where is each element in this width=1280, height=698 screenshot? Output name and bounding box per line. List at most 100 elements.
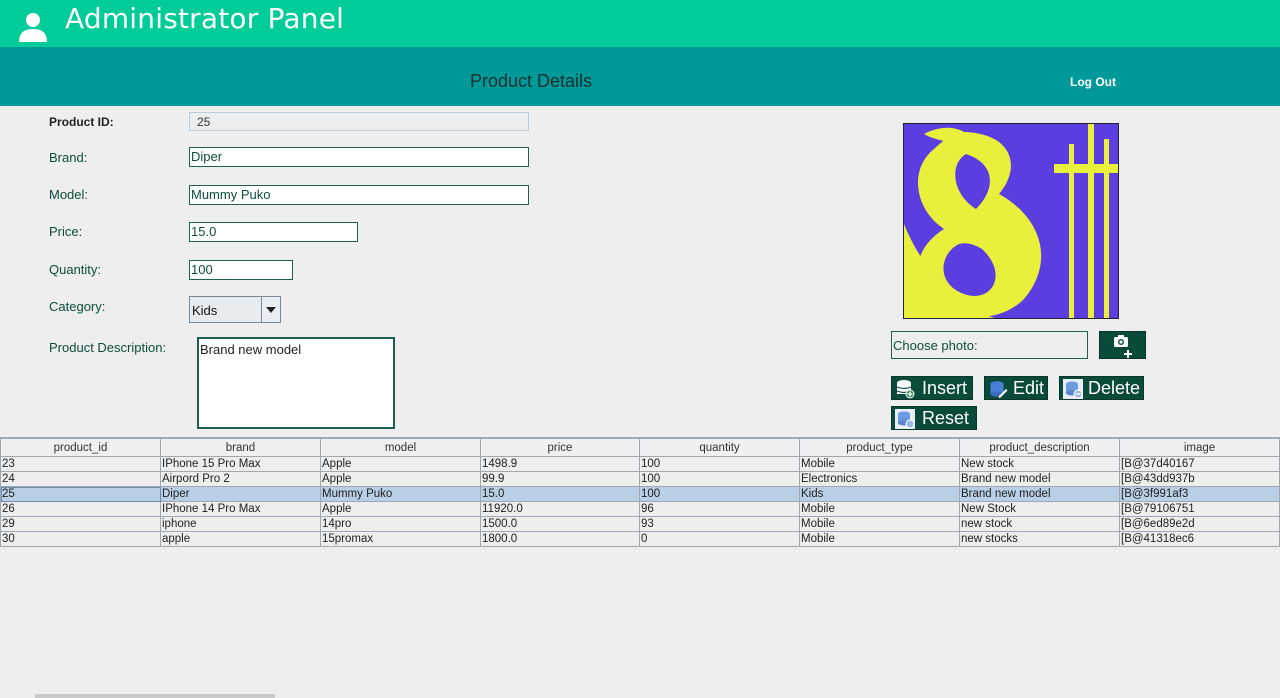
table-cell[interactable]: 26 (0, 501, 161, 517)
delete-button[interactable]: Delete (1059, 376, 1144, 400)
table-cell[interactable]: new stocks (959, 531, 1120, 547)
table-row[interactable]: 30 apple 15promax 1800.0 0 Mobile new st… (0, 531, 1280, 547)
table-cell[interactable]: Brand new model (959, 471, 1120, 487)
category-select[interactable]: Kids (189, 296, 281, 323)
chevron-down-icon (266, 307, 276, 313)
table-cell[interactable]: 100 (639, 471, 800, 487)
table-row[interactable]: 29 iphone 14pro 1500.0 93 Mobile new sto… (0, 516, 1280, 532)
reset-label: Reset (922, 408, 970, 428)
table-cell[interactable]: Mobile (799, 516, 960, 532)
quantity-label: Quantity: (49, 262, 102, 277)
table-cell[interactable]: Diper (160, 486, 321, 502)
table-cell[interactable]: New Stock (959, 501, 1120, 517)
table-row[interactable]: 24 Airpord Pro 2 Apple 99.9 100 Electron… (0, 471, 1280, 487)
choose-photo-field[interactable]: Choose photo: (891, 331, 1088, 359)
category-value: Kids (192, 303, 218, 318)
table-cell[interactable]: [B@3f991af3 (1119, 486, 1280, 502)
delete-label: Delete (1088, 378, 1141, 398)
quantity-field[interactable]: 100 (189, 260, 293, 280)
table-cell[interactable]: [B@6ed89e2d (1119, 516, 1280, 532)
table-cell[interactable]: 29 (0, 516, 161, 532)
column-header[interactable]: price (480, 438, 640, 457)
column-header[interactable]: quantity (639, 438, 800, 457)
table-cell[interactable]: [B@41318ec6 (1119, 531, 1280, 547)
database-add-icon (896, 380, 915, 399)
table-cell[interactable]: Brand new model (959, 486, 1120, 502)
table-cell[interactable]: 25 (0, 486, 161, 502)
table-cell[interactable]: Electronics (799, 471, 960, 487)
table-cell[interactable]: Airpord Pro 2 (160, 471, 321, 487)
user-icon (19, 13, 47, 42)
table-cell[interactable]: 23 (0, 456, 161, 472)
column-header[interactable]: product_type (799, 438, 960, 457)
product-grid[interactable]: product_id brand model price quantity pr… (0, 438, 1280, 547)
product-photo (903, 123, 1119, 319)
price-field[interactable]: 15.0 (189, 222, 358, 242)
model-field[interactable]: Mummy Puko (189, 185, 529, 205)
column-header[interactable]: image (1119, 438, 1280, 457)
table-cell[interactable]: 24 (0, 471, 161, 487)
page-title: Product Details (469, 71, 593, 91)
table-cell[interactable]: Mobile (799, 501, 960, 517)
table-cell[interactable]: New stock (959, 456, 1120, 472)
table-cell[interactable]: [B@43dd937b (1119, 471, 1280, 487)
description-label: Product Description: (49, 340, 167, 355)
table-cell[interactable]: new stock (959, 516, 1120, 532)
table-row-selected[interactable]: 25 Diper Mummy Puko 15.0 100 Kids Brand … (0, 486, 1280, 502)
table-cell[interactable]: [B@37d40167 (1119, 456, 1280, 472)
app-banner: Administrator Panel (0, 0, 1280, 47)
table-cell[interactable]: 1800.0 (480, 531, 640, 547)
table-cell[interactable]: Apple (320, 456, 481, 472)
table-cell[interactable]: 100 (639, 486, 800, 502)
table-cell[interactable]: Kids (799, 486, 960, 502)
table-cell[interactable]: Mummy Puko (320, 486, 481, 502)
edit-label: Edit (1013, 378, 1045, 398)
sub-header: Product Details Log Out (0, 47, 1280, 106)
category-dropdown-button[interactable] (261, 297, 280, 322)
table-cell[interactable]: IPhone 14 Pro Max (160, 501, 321, 517)
database-delete-icon (1063, 379, 1083, 399)
description-textarea[interactable]: Brand new model (197, 337, 395, 429)
database-refresh-icon (895, 409, 915, 429)
horizontal-scrollbar[interactable] (35, 694, 275, 698)
column-header[interactable]: brand (160, 438, 321, 457)
table-cell[interactable]: Mobile (799, 531, 960, 547)
column-header[interactable]: model (320, 438, 481, 457)
table-cell[interactable]: 100 (639, 456, 800, 472)
table-cell[interactable]: 99.9 (480, 471, 640, 487)
upload-photo-button[interactable] (1099, 331, 1146, 359)
table-cell[interactable]: iphone (160, 516, 321, 532)
price-label: Price: (49, 224, 83, 239)
table-cell[interactable]: 11920.0 (480, 501, 640, 517)
table-cell[interactable]: 0 (639, 531, 800, 547)
table-cell[interactable]: 15.0 (480, 486, 640, 502)
logout-button[interactable]: Log Out (1070, 75, 1116, 89)
table-row[interactable]: 23 IPhone 15 Pro Max Apple 1498.9 100 Mo… (0, 456, 1280, 472)
product-table[interactable]: product_id brand model price quantity pr… (0, 437, 1280, 698)
brand-field[interactable]: Diper (189, 147, 529, 167)
reset-button[interactable]: Reset (891, 406, 977, 430)
app-title: Administrator Panel (65, 2, 345, 35)
table-cell[interactable]: [B@79106751 (1119, 501, 1280, 517)
table-cell[interactable]: 93 (639, 516, 800, 532)
table-header-row: product_id brand model price quantity pr… (0, 438, 1280, 457)
table-cell[interactable]: 96 (639, 501, 800, 517)
table-cell[interactable]: 15promax (320, 531, 481, 547)
insert-label: Insert (922, 378, 968, 398)
table-cell[interactable]: Apple (320, 471, 481, 487)
column-header[interactable]: product_id (0, 438, 161, 457)
database-edit-icon (990, 381, 1008, 398)
table-cell[interactable]: 1500.0 (480, 516, 640, 532)
table-cell[interactable]: 14pro (320, 516, 481, 532)
model-label: Model: (49, 187, 89, 202)
insert-button[interactable]: Insert (891, 376, 973, 400)
table-cell[interactable]: apple (160, 531, 321, 547)
table-cell[interactable]: Apple (320, 501, 481, 517)
edit-button[interactable]: Edit (984, 376, 1048, 400)
table-cell[interactable]: Mobile (799, 456, 960, 472)
table-cell[interactable]: IPhone 15 Pro Max (160, 456, 321, 472)
table-cell[interactable]: 1498.9 (480, 456, 640, 472)
table-row[interactable]: 26 IPhone 14 Pro Max Apple 11920.0 96 Mo… (0, 501, 1280, 517)
column-header[interactable]: product_description (959, 438, 1120, 457)
table-cell[interactable]: 30 (0, 531, 161, 547)
